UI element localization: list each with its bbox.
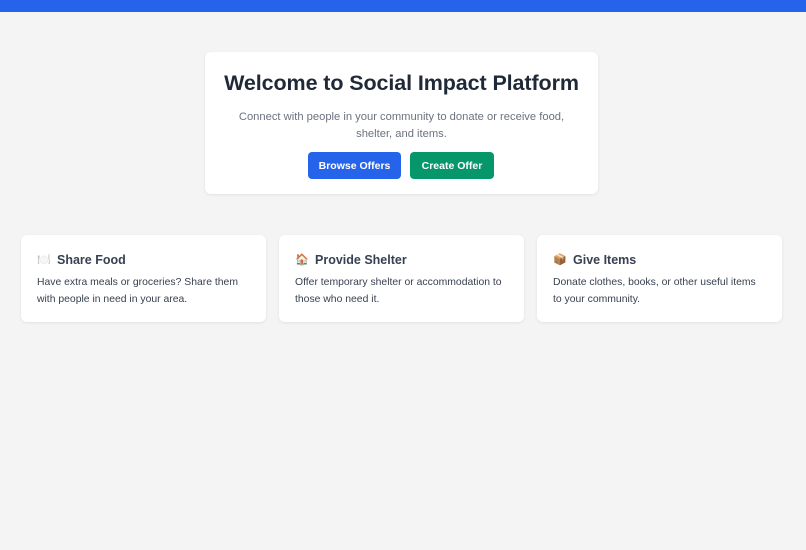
give-items-card: 📦 Give Items Donate clothes, books, or o… (537, 235, 782, 322)
card-title: Provide Shelter (315, 252, 407, 267)
card-title: Share Food (57, 252, 126, 267)
house-icon: 🏠 (295, 253, 309, 266)
welcome-description: Connect with people in your community to… (238, 111, 565, 140)
share-food-card: 🍽️ Share Food Have extra meals or grocer… (21, 235, 266, 322)
card-title: Give Items (573, 252, 637, 267)
package-icon: 📦 (553, 253, 567, 266)
card-heading: 📦 Give Items (553, 251, 767, 268)
card-description: Offer temporary shelter or accommodation… (295, 277, 502, 305)
provide-shelter-card: 🏠 Provide Shelter Offer temporary shelte… (279, 235, 524, 322)
plate-icon: 🍽️ (37, 253, 51, 266)
card-description: Donate clothes, books, or other useful i… (553, 277, 756, 305)
welcome-panel: Welcome to Social Impact Platform Connec… (205, 52, 598, 194)
create-offer-button[interactable]: Create Offer (410, 152, 494, 179)
card-heading: 🍽️ Share Food (37, 251, 251, 268)
page-title: Welcome to Social Impact Platform (224, 71, 579, 95)
card-description: Have extra meals or groceries? Share the… (37, 277, 238, 305)
card-heading: 🏠 Provide Shelter (295, 251, 509, 268)
top-bar (0, 0, 806, 12)
browse-offers-button[interactable]: Browse Offers (308, 152, 401, 179)
